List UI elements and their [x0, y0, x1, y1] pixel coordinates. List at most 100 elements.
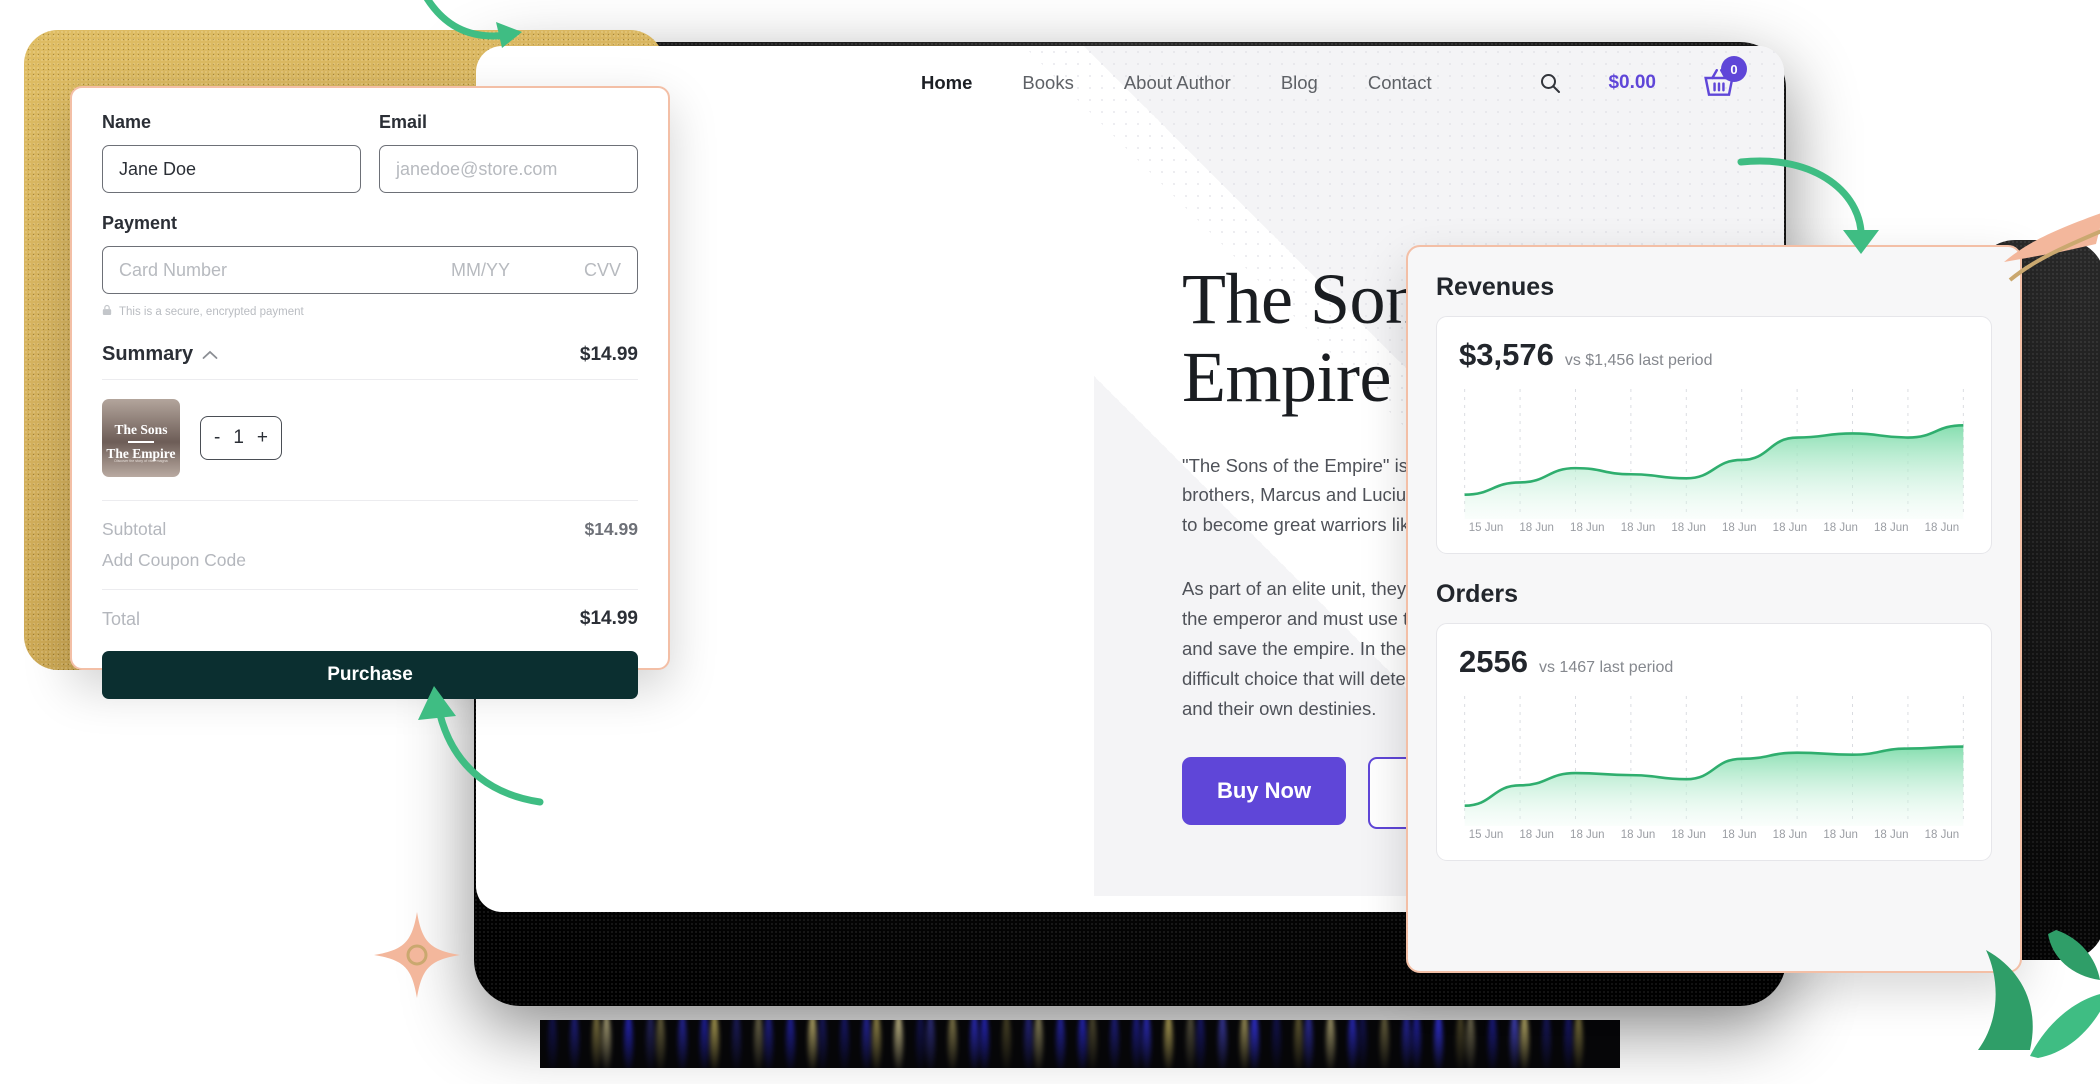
card-input-group[interactable]: Card Number MM/YY CVV [102, 246, 638, 294]
item-thumbnail: The Sons The Empire Discover the story o… [102, 399, 180, 477]
x-tick-label: 18 Jun [1620, 829, 1656, 841]
green-arrow-bottom-icon [418, 686, 544, 806]
light-streak [570, 1020, 579, 1068]
x-tick-label: 18 Jun [1772, 522, 1808, 534]
light-streak [592, 1020, 601, 1068]
revenues-area-chart: 15 Jun 18 Jun 18 Jun 18 Jun 18 Jun 18 Jun 18 J… [1459, 387, 1969, 545]
x-tick-label: 15 Jun [1468, 522, 1504, 534]
nav-item-blog[interactable]: Blog [1281, 72, 1318, 94]
nav-item-books[interactable]: Books [1022, 72, 1073, 94]
card-cvv-input[interactable]: CVV [561, 260, 621, 281]
light-streak [1186, 1020, 1195, 1068]
cart-count-badge: 0 [1721, 56, 1747, 82]
quantity-increment-button[interactable]: + [257, 427, 268, 449]
light-streak [656, 1020, 665, 1068]
summary-toggle[interactable]: Summary [102, 343, 218, 366]
light-streak [1056, 1020, 1065, 1068]
quantity-decrement-button[interactable]: - [214, 427, 220, 449]
light-streak [1456, 1020, 1465, 1068]
revenues-x-axis: 15 Jun 18 Jun 18 Jun 18 Jun 18 Jun 18 Jun 18 J… [1459, 521, 1969, 535]
x-tick-label: 18 Jun [1823, 829, 1858, 841]
light-streak [710, 1020, 719, 1068]
light-streak [678, 1020, 687, 1068]
light-streak [700, 1020, 709, 1068]
name-label: Name [102, 112, 152, 132]
light-streak [1304, 1020, 1313, 1068]
light-streak [1110, 1020, 1119, 1068]
card-number-input[interactable]: Card Number [119, 260, 451, 281]
purchase-button[interactable]: Purchase [102, 651, 638, 699]
x-tick-label: 18 Jun [1873, 829, 1909, 841]
name-input[interactable]: Jane Doe [102, 145, 361, 193]
summary-header[interactable]: Summary $14.99 [102, 343, 638, 366]
add-coupon-link[interactable]: Add Coupon Code [102, 550, 246, 571]
light-streak [754, 1020, 763, 1068]
light-streak [1348, 1020, 1357, 1068]
buy-now-button[interactable]: Buy Now [1182, 757, 1346, 825]
search-icon[interactable] [1538, 71, 1562, 95]
cart-total: $0.00 [1608, 72, 1656, 93]
item-thumbnail-divider [128, 441, 154, 443]
light-streak [916, 1020, 925, 1068]
revenues-chart-svg [1464, 389, 1964, 519]
divider [102, 500, 638, 501]
light-streak [872, 1020, 881, 1068]
light-streak [1034, 1020, 1043, 1068]
item-thumbnail-title: The Sons The Empire [102, 421, 180, 463]
coupon-row[interactable]: Add Coupon Code [102, 545, 638, 576]
nav-item-home[interactable]: Home [921, 72, 972, 94]
divider [102, 589, 638, 590]
total-row: Total $14.99 [102, 603, 638, 635]
light-streak [1326, 1020, 1335, 1068]
light-streak [1294, 1020, 1303, 1068]
light-streak [948, 1020, 957, 1068]
leaf-cluster-icon [1978, 930, 2100, 1058]
green-arrow-top-icon [423, 0, 522, 48]
x-tick-label: 18 Jun [1570, 522, 1605, 534]
light-streak [1520, 1020, 1529, 1068]
orders-value: 2556 [1459, 644, 1528, 679]
x-tick-label: 18 Jun [1519, 829, 1554, 841]
item-thumbnail-line1: The Sons [114, 422, 168, 437]
light-streak [1002, 1020, 1011, 1068]
total-label: Total [102, 608, 141, 629]
light-streak [818, 1020, 827, 1068]
light-streak [1380, 1020, 1389, 1068]
light-streak [1250, 1020, 1259, 1068]
light-streak [1542, 1020, 1551, 1068]
email-input[interactable]: janedoe@store.com [379, 145, 638, 193]
light-streak [624, 1020, 633, 1068]
light-streak [1466, 1020, 1475, 1068]
light-streak [1402, 1020, 1411, 1068]
nav-item-about-author[interactable]: About Author [1124, 72, 1231, 94]
payment-label: Payment [102, 213, 178, 233]
nav-item-contact[interactable]: Contact [1368, 72, 1432, 94]
light-streak [786, 1020, 795, 1068]
green-arrow-right-icon [1737, 157, 1879, 254]
orders-chart-card: 2556 vs 1467 last period 15 Jun 18 Jun 18 … [1436, 623, 1992, 861]
item-thumbnail-subtitle: Discover the story of vitae magna [114, 459, 168, 463]
light-streak [732, 1020, 741, 1068]
card-expiry-input[interactable]: MM/YY [451, 260, 561, 281]
light-streak [1412, 1020, 1421, 1068]
chevron-up-icon[interactable] [202, 343, 218, 366]
light-streaks-decoration [540, 1020, 1620, 1068]
light-streak [970, 1020, 979, 1068]
light-streak [1510, 1020, 1519, 1068]
subtotal-row: Subtotal $14.99 [102, 514, 638, 545]
x-tick-label: 15 Jun [1468, 829, 1504, 841]
summary-label: Summary [102, 343, 194, 365]
light-streak [1488, 1020, 1497, 1068]
light-streak [1024, 1020, 1033, 1068]
light-streak [764, 1020, 773, 1068]
light-streak [1088, 1020, 1097, 1068]
email-label: Email [379, 112, 428, 132]
cart-button[interactable]: 0 [1702, 56, 1747, 98]
quantity-stepper[interactable]: - 1 + [200, 416, 282, 460]
orders-area-chart: 15 Jun 18 Jun 18 Jun 18 Jun 18 Jun 18 Jun 18 J… [1459, 694, 1969, 852]
x-tick-label: 18 Jun [1873, 522, 1909, 534]
revenues-value: $3,576 [1459, 337, 1554, 372]
orders-chart-svg [1464, 696, 1964, 826]
checkout-card: Name Email Jane Doe janedoe@store.com Pa… [70, 86, 670, 699]
x-tick-label: 18 Jun [1924, 829, 1960, 841]
